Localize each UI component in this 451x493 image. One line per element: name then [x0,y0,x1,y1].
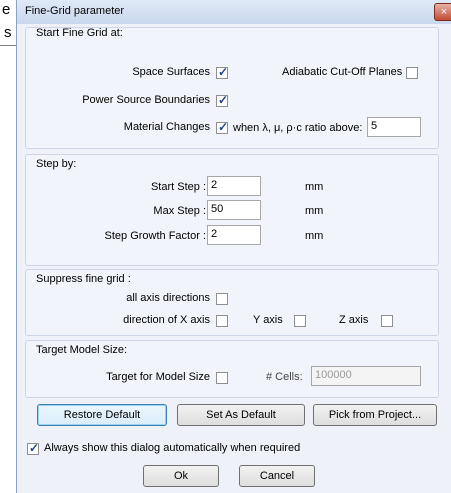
start-step-input[interactable]: 2 [207,176,261,196]
background-text: e [2,1,11,18]
cells-label: # Cells: [266,371,303,383]
background-line [0,45,16,46]
title-bar[interactable]: Fine-Grid parameter × [17,0,451,25]
z-axis-label: Z axis [339,314,369,326]
growth-factor-input[interactable]: 2 [207,225,261,245]
background-text: s [4,24,12,41]
adiabatic-label: Adiabatic Cut-Off Planes [282,66,403,78]
unit-label: mm [305,205,324,217]
space-surfaces-label: Space Surfaces [132,66,210,78]
z-axis-checkbox[interactable] [381,315,393,327]
dialog-client: Start Fine Grid at: Space Surfaces Adiab… [17,24,451,493]
fine-grid-dialog: Fine-Grid parameter × Start Fine Grid at… [16,0,451,493]
start-fine-grid-group: Start Fine Grid at: Space Surfaces Adiab… [25,27,439,149]
cells-input[interactable]: 100000 [311,366,421,386]
start-step-label: Start Step : [150,181,206,193]
target-model-size-group: Target Model Size: Target for Model Size… [25,340,439,398]
y-axis-checkbox[interactable] [294,315,306,327]
target-size-checkbox[interactable] [216,372,228,384]
x-axis-checkbox[interactable] [216,315,228,327]
group-label: Start Fine Grid at: [36,27,123,39]
ok-button[interactable]: Ok [143,465,219,487]
group-label: Step by: [36,158,77,170]
ratio-label: when λ, μ, ρ·c ratio above: [233,122,363,134]
set-as-default-button[interactable]: Set As Default [177,404,305,426]
restore-default-button[interactable]: Restore Default [37,404,167,426]
pick-from-project-button[interactable]: Pick from Project... [313,404,437,426]
unit-label: mm [305,181,324,193]
all-axis-checkbox[interactable] [216,293,228,305]
always-show-label: Always show this dialog automatically wh… [44,442,301,454]
target-size-label: Target for Model Size [106,371,210,383]
always-show-checkbox[interactable] [27,441,39,455]
material-changes-label: Material Changes [123,121,210,133]
adiabatic-checkbox[interactable] [406,67,418,79]
unit-label: mm [305,230,324,242]
power-source-checkbox[interactable] [216,93,228,107]
group-label: Suppress fine grid : [36,273,131,285]
max-step-input[interactable]: 50 [207,200,261,220]
material-changes-checkbox[interactable] [216,120,228,134]
step-by-group: Step by: Start Step : 2 mm Max Step : 50… [25,154,439,266]
close-button[interactable]: × [434,3,451,21]
growth-factor-label: Step Growth Factor : [104,230,206,242]
power-source-label: Power Source Boundaries [82,94,210,106]
suppress-fine-grid-group: Suppress fine grid : all axis directions… [25,269,439,336]
max-step-label: Max Step : [153,205,206,217]
x-axis-label: direction of X axis [123,314,210,326]
y-axis-label: Y axis [253,314,283,326]
all-axis-label: all axis directions [126,292,210,304]
space-surfaces-checkbox[interactable] [216,65,228,79]
group-label: Target Model Size: [36,344,128,356]
dialog-title: Fine-Grid parameter [25,5,125,17]
cancel-button[interactable]: Cancel [239,465,315,487]
ratio-input[interactable]: 5 [367,117,421,137]
